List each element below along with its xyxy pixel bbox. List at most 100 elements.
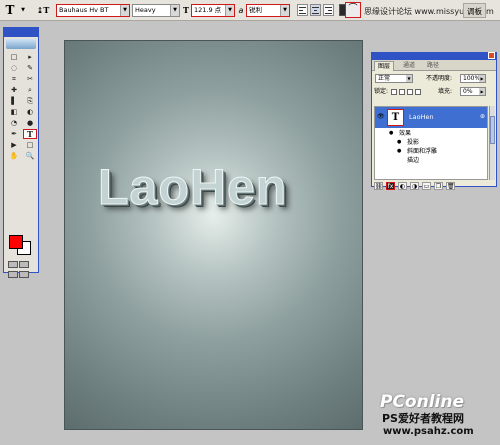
- standard-mode-icon[interactable]: [8, 261, 18, 268]
- clone-stamp-tool-icon[interactable]: ▌: [7, 96, 21, 106]
- hand-tool-icon[interactable]: ✋: [7, 151, 21, 161]
- align-left-button[interactable]: [297, 4, 308, 16]
- healing-brush-tool-icon[interactable]: ✚: [7, 85, 21, 95]
- adjustment-layer-icon[interactable]: ◑: [410, 182, 419, 190]
- lock-all-icon[interactable]: [414, 88, 421, 95]
- add-mask-icon[interactable]: ◐: [398, 182, 407, 190]
- history-brush-tool-icon[interactable]: ⎘: [23, 96, 37, 106]
- foreground-color-swatch[interactable]: [9, 235, 23, 249]
- pen-tool-icon[interactable]: ✒: [7, 129, 21, 139]
- eye-icon[interactable]: 👁: [377, 113, 385, 121]
- tab-channels[interactable]: 通道: [400, 61, 418, 71]
- layer-name[interactable]: LaoHen: [409, 113, 434, 122]
- warp-text-button[interactable]: ⌒: [345, 2, 361, 18]
- new-layer-icon[interactable]: ❐: [434, 182, 443, 190]
- chevron-down-icon: ▼: [120, 5, 129, 16]
- type-tool-icon[interactable]: T: [3, 2, 17, 18]
- document-canvas[interactable]: [64, 40, 363, 430]
- lock-pixels-icon[interactable]: [398, 88, 405, 95]
- fill-input[interactable]: 0% ▶: [460, 87, 486, 96]
- slice-tool-icon[interactable]: ✂: [23, 74, 37, 84]
- tab-paths[interactable]: 路径: [424, 61, 442, 71]
- full-screen-mode-icon[interactable]: [19, 271, 29, 278]
- layer-effects-icon[interactable]: ⊛: [480, 113, 485, 121]
- crop-tool-icon[interactable]: ⌗: [7, 74, 21, 84]
- align-center-button[interactable]: [310, 4, 321, 16]
- toolbox: □ ▸ ◌ ✎ ⌗ ✂ ✚ ⌕ ▌ ⎘ ◧ ◐ ◔ ● ✒ T ▶ □ ✋ 🔍: [3, 27, 39, 278]
- link-layers-icon[interactable]: ⛓: [374, 182, 383, 190]
- font-size-value: 121.9 点: [194, 6, 222, 14]
- lock-transparency-icon[interactable]: [390, 88, 397, 95]
- chevron-right-icon: ▶: [479, 88, 485, 95]
- anti-alias-value: 锐利: [249, 6, 262, 14]
- zoom-tool-icon[interactable]: 🔍: [23, 151, 37, 161]
- mode-buttons: [8, 261, 36, 279]
- chevron-down-icon: ▼: [406, 75, 412, 82]
- layer-row-laohen[interactable]: 👁 T LaoHen ⊛: [375, 107, 487, 128]
- shape-tool-icon[interactable]: □: [23, 140, 37, 150]
- font-style-value: Heavy: [135, 6, 156, 14]
- anti-alias-icon: a: [238, 6, 244, 15]
- magic-wand-tool-icon[interactable]: ✎: [23, 63, 37, 73]
- eraser-tool-icon[interactable]: ◧: [7, 107, 21, 117]
- watermark-line2: www.psahz.com: [383, 426, 474, 437]
- effect-label: 投影: [407, 139, 420, 146]
- photoshop-logo-icon: [6, 39, 36, 49]
- tool-preset-arrow-icon[interactable]: ▼: [20, 4, 26, 17]
- align-right-button[interactable]: [323, 4, 334, 16]
- move-tool-icon[interactable]: ▸: [23, 52, 37, 62]
- pconline-watermark: PConline: [380, 392, 465, 412]
- blend-mode-select[interactable]: 正常 ▼: [375, 74, 413, 83]
- layer-list: 👁 T LaoHen ⊛ ● 效果 ● 投影 ● 斜面和浮雕 描边: [374, 106, 488, 180]
- type-tool-icon[interactable]: T: [23, 129, 37, 139]
- lasso-tool-icon[interactable]: ◌: [7, 63, 21, 73]
- scrollbar-thumb[interactable]: [490, 116, 495, 144]
- anti-alias-select[interactable]: 锐利 ▼: [246, 4, 290, 17]
- eye-icon[interactable]: ●: [389, 129, 393, 138]
- dodge-tool-icon[interactable]: ●: [23, 118, 37, 128]
- font-family-value: Bauhaus Hv BT: [59, 6, 109, 14]
- screen-mode-icon[interactable]: [8, 271, 18, 278]
- layers-scrollbar[interactable]: [489, 106, 495, 180]
- tool-grid: □ ▸ ◌ ✎ ⌗ ✂ ✚ ⌕ ▌ ⎘ ◧ ◐ ◔ ● ✒ T ▶ □ ✋ 🔍: [7, 52, 37, 161]
- marquee-tool-icon[interactable]: □: [7, 52, 21, 62]
- blend-mode-value: 正常: [378, 75, 391, 82]
- chevron-down-icon: ▼: [280, 5, 289, 16]
- opacity-value: 100%: [463, 75, 481, 82]
- new-group-icon[interactable]: ▭: [422, 182, 431, 190]
- effect-label: 斜面和浮雕: [407, 148, 438, 155]
- tab-layers[interactable]: 图层: [374, 61, 395, 71]
- add-layer-style-icon[interactable]: fx: [386, 182, 395, 190]
- palettes-button[interactable]: 调板: [463, 3, 486, 18]
- font-style-select[interactable]: Heavy ▼: [132, 4, 180, 17]
- effects-header[interactable]: ● 效果: [375, 129, 487, 138]
- panel-tabs: 图层 通道 路径: [372, 60, 496, 71]
- path-selection-tool-icon[interactable]: ▶: [7, 140, 21, 150]
- font-size-icon: T: [183, 5, 189, 15]
- brush-tool-icon[interactable]: ⌕: [23, 85, 37, 95]
- trash-icon[interactable]: 🗑: [446, 182, 455, 190]
- font-size-select[interactable]: 121.9 点 ▼: [191, 4, 235, 17]
- effect-row-drop-shadow[interactable]: ● 投影: [375, 138, 487, 147]
- eye-icon[interactable]: ●: [397, 138, 401, 147]
- color-swatches: [9, 235, 33, 255]
- lock-position-icon[interactable]: [406, 88, 413, 95]
- layers-panel: 图层 通道 路径 正常 ▼ 不透明度: 100% ▶ 锁定: 填充: 0% ▶ 👁 T…: [371, 52, 497, 190]
- effect-row-stroke[interactable]: 描边: [375, 156, 487, 165]
- blur-tool-icon[interactable]: ◔: [7, 118, 21, 128]
- chevron-down-icon: ▼: [225, 5, 234, 16]
- text-orientation-icon[interactable]: ↨T: [36, 4, 50, 17]
- quick-mask-icon[interactable]: [19, 261, 29, 268]
- eye-icon[interactable]: ●: [397, 147, 401, 156]
- effect-row-bevel-emboss[interactable]: ● 斜面和浮雕: [375, 147, 487, 156]
- opacity-input[interactable]: 100% ▶: [460, 74, 486, 83]
- canvas-text-laohen[interactable]: LaoHen: [98, 158, 338, 216]
- lock-label: 锁定:: [374, 88, 389, 95]
- text-layer-thumbnail[interactable]: T: [387, 109, 404, 126]
- gradient-tool-icon[interactable]: ◐: [23, 107, 37, 117]
- close-icon[interactable]: [488, 52, 495, 59]
- layers-bottom-bar: ⛓ fx ◐ ◑ ▭ ❐ 🗑: [374, 182, 494, 192]
- options-bar: T ▼ ↨T Bauhaus Hv BT ▼ Heavy ▼ T 121.9 点…: [0, 0, 500, 21]
- font-family-select[interactable]: Bauhaus Hv BT ▼: [56, 4, 130, 17]
- lock-row: 锁定: 填充: 0% ▶: [372, 86, 496, 97]
